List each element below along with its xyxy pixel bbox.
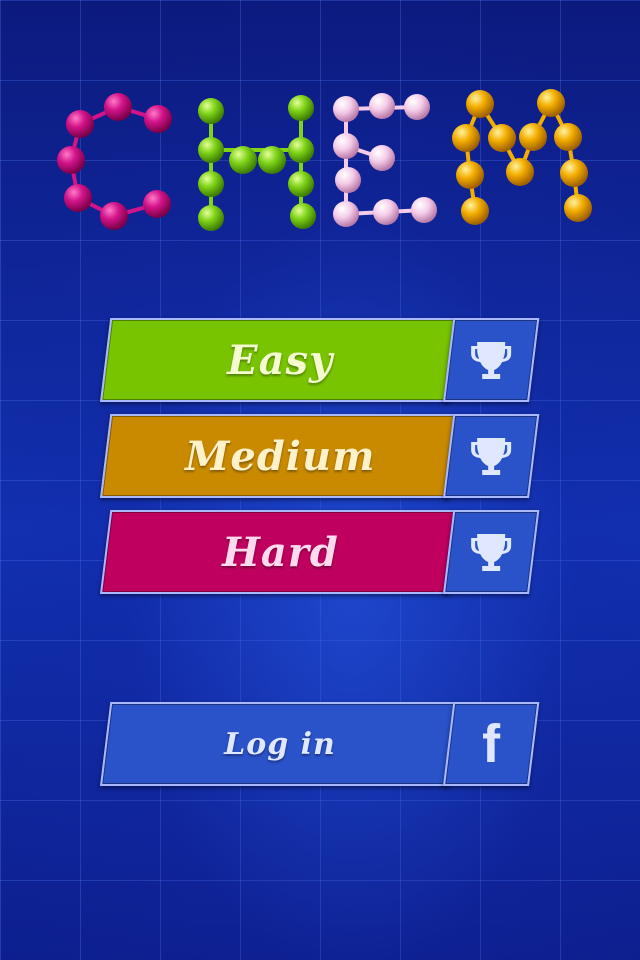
login-row: Log in f [100, 702, 540, 786]
medium-button[interactable]: Medium [100, 414, 461, 498]
chem-logo [57, 89, 592, 231]
trophy-icon [468, 433, 514, 479]
facebook-glyph: f [482, 714, 501, 774]
difficulty-row-easy: Easy [100, 318, 540, 402]
hard-button-label: Hard [221, 528, 339, 576]
difficulty-row-hard: Hard [100, 510, 540, 594]
easy-leaderboard-button[interactable] [443, 318, 540, 402]
trophy-icon [468, 529, 514, 575]
easy-button[interactable]: Easy [100, 318, 461, 402]
hard-button[interactable]: Hard [100, 510, 461, 594]
facebook-button[interactable]: f [443, 702, 540, 786]
logo-letter-e [333, 93, 437, 227]
medium-button-label: Medium [185, 432, 376, 480]
logo-letter-c [57, 93, 172, 230]
medium-leaderboard-button[interactable] [443, 414, 540, 498]
difficulty-row-medium: Medium [100, 414, 540, 498]
login-button[interactable]: Log in [100, 702, 461, 786]
easy-button-label: Easy [227, 336, 334, 384]
hard-leaderboard-button[interactable] [443, 510, 540, 594]
logo-letter-h [198, 95, 316, 231]
login-button-label: Log in [224, 726, 337, 762]
trophy-icon [468, 337, 514, 383]
logo-letter-m [452, 89, 592, 225]
facebook-icon: f [482, 714, 501, 774]
